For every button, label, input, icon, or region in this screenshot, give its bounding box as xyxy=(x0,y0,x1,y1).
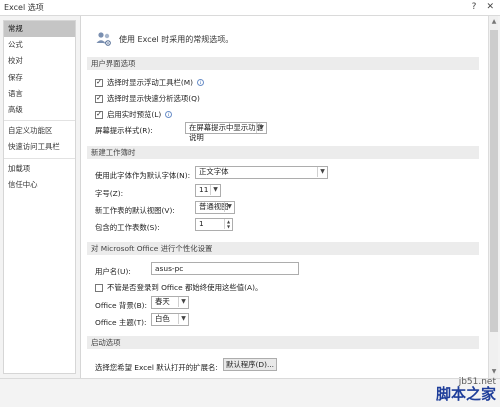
section-header-startup: 启动选项 xyxy=(87,336,479,349)
office-background-label: Office 背景(B): xyxy=(95,301,148,310)
chevron-down-icon: ▼ xyxy=(178,297,188,307)
intro-text: 使用 Excel 时采用的常规选项。 xyxy=(119,34,234,44)
quick-analysis-label: 选择时显示快速分析选项(Q) xyxy=(107,94,200,103)
help-button[interactable]: ? xyxy=(472,3,477,12)
people-settings-icon xyxy=(95,30,113,48)
username-value: asus-pc xyxy=(155,264,184,273)
default-font-row: 使用此字体作为默认字体(N): xyxy=(95,170,190,181)
sidebar-divider xyxy=(4,157,75,159)
chevron-down-icon: ▼ xyxy=(224,202,234,212)
default-font-value: 正文字体 xyxy=(199,167,229,176)
sidebar-item-trust-center[interactable]: 信任中心 xyxy=(4,177,75,193)
default-view-row: 新工作表的默认视图(V): xyxy=(95,205,175,216)
office-theme-value: 白色 xyxy=(155,314,170,323)
title-controls: ? ✕ xyxy=(472,3,494,12)
office-background-dropdown[interactable]: 春天 ▼ xyxy=(151,296,189,309)
scroll-thumb[interactable] xyxy=(490,30,498,332)
sidebar-item-add-ins[interactable]: 加载项 xyxy=(4,161,75,177)
live-preview-label: 启用实时预览(L) xyxy=(107,110,162,119)
sidebar-item-quick-access-toolbar[interactable]: 快速访问工具栏 xyxy=(4,139,75,155)
screentip-style-value: 在屏幕提示中显示功能说明 xyxy=(189,123,263,142)
sheet-count-spin-buttons[interactable]: ▲ ▼ xyxy=(224,219,232,229)
default-extensions-label: 选择您希望 Excel 默认打开的扩展名: xyxy=(95,363,218,372)
section-header-ui-options: 用户界面选项 xyxy=(87,57,479,70)
floating-toolbar-checkbox[interactable]: ✓ xyxy=(95,78,103,87)
font-size-dropdown[interactable]: 11 ▼ xyxy=(195,184,221,197)
sidebar-item-language[interactable]: 语言 xyxy=(4,86,75,102)
title-bar: Excel 选项 ? ✕ xyxy=(0,0,500,16)
options-sidebar: 常规 公式 校对 保存 语言 高级 自定义功能区 快速访问工具栏 加载项 信任中… xyxy=(3,20,76,374)
sidebar-item-save[interactable]: 保存 xyxy=(4,70,75,86)
general-options-panel: 使用 Excel 时采用的常规选项。 用户界面选项 ✓ 选择时显示浮动工具栏(M… xyxy=(80,16,488,378)
default-view-label: 新工作表的默认视图(V): xyxy=(95,206,175,215)
always-use-values-label: 不管是否登录到 Office 都始终使用这些值(A)。 xyxy=(107,283,263,292)
info-icon: i xyxy=(197,79,205,86)
chevron-down-icon: ▼ xyxy=(210,185,220,195)
default-view-dropdown[interactable]: 普通视图 ▼ xyxy=(195,201,235,214)
username-row: 用户名(U): xyxy=(95,266,131,277)
site-watermark: jb51.net 脚本之家 xyxy=(435,377,496,404)
chevron-down-icon: ▼ xyxy=(317,167,327,177)
scroll-up-icon[interactable]: ▲ xyxy=(489,16,499,28)
sidebar-divider xyxy=(4,120,75,122)
intro-row: 使用 Excel 时采用的常规选项。 xyxy=(95,30,233,48)
window-title: Excel 选项 xyxy=(4,3,44,12)
dialog-footer xyxy=(0,378,500,407)
spin-down-icon[interactable]: ▼ xyxy=(225,224,232,229)
screentip-style-dropdown[interactable]: 在屏幕提示中显示功能说明 ▼ xyxy=(185,122,267,142)
username-label: 用户名(U): xyxy=(95,267,131,276)
vertical-scrollbar[interactable]: ▲ ▼ xyxy=(488,16,498,378)
office-theme-row: Office 主题(T): xyxy=(95,317,146,328)
default-font-dropdown[interactable]: 正文字体 ▼ xyxy=(195,166,328,179)
sidebar-item-customize-ribbon[interactable]: 自定义功能区 xyxy=(4,123,75,139)
info-icon: i xyxy=(165,111,173,118)
section-header-personalize: 对 Microsoft Office 进行个性化设置 xyxy=(87,242,479,255)
font-size-row: 字号(Z): xyxy=(95,188,123,199)
always-use-values-row[interactable]: 不管是否登录到 Office 都始终使用这些值(A)。 xyxy=(95,282,262,293)
username-input[interactable]: asus-pc xyxy=(151,262,299,275)
floating-toolbar-label: 选择时显示浮动工具栏(M) xyxy=(107,78,194,87)
sidebar-item-formulas[interactable]: 公式 xyxy=(4,37,75,53)
sidebar-item-proofing[interactable]: 校对 xyxy=(4,53,75,69)
option-quick-analysis[interactable]: ✓ 选择时显示快速分析选项(Q) xyxy=(95,93,200,104)
chevron-down-icon: ▼ xyxy=(178,314,188,324)
always-use-values-checkbox[interactable] xyxy=(95,283,103,292)
option-live-preview[interactable]: ✓ 启用实时预览(L) i xyxy=(95,109,173,120)
office-theme-label: Office 主题(T): xyxy=(95,318,147,327)
chevron-down-icon: ▼ xyxy=(256,123,266,133)
close-button[interactable]: ✕ xyxy=(486,3,494,12)
font-size-value: 11 xyxy=(199,185,209,194)
office-background-row: Office 背景(B): xyxy=(95,300,147,311)
office-theme-dropdown[interactable]: 白色 ▼ xyxy=(151,313,189,326)
sheet-count-value: 1 xyxy=(199,219,204,228)
section-header-new-workbook: 新建工作簿时 xyxy=(87,146,479,159)
sidebar-item-advanced[interactable]: 高级 xyxy=(4,102,75,118)
default-font-label: 使用此字体作为默认字体(N): xyxy=(95,171,191,180)
sheet-count-label: 包含的工作表数(S): xyxy=(95,223,160,232)
watermark-brand: 脚本之家 xyxy=(435,385,496,404)
sidebar-item-general[interactable]: 常规 xyxy=(4,21,75,38)
live-preview-checkbox[interactable]: ✓ xyxy=(95,110,103,119)
quick-analysis-checkbox[interactable]: ✓ xyxy=(95,94,103,103)
default-programs-button[interactable]: 默认程序(D)... xyxy=(223,358,277,371)
default-extensions-row: 选择您希望 Excel 默认打开的扩展名: xyxy=(95,362,218,373)
screentip-style-label: 屏幕提示样式(R): xyxy=(95,126,153,135)
sheet-count-row: 包含的工作表数(S): xyxy=(95,222,160,233)
screentip-style-row: 屏幕提示样式(R): xyxy=(95,125,153,136)
option-floating-toolbar[interactable]: ✓ 选择时显示浮动工具栏(M) i xyxy=(95,77,205,88)
sheet-count-spinner[interactable]: 1 ▲ ▼ xyxy=(195,218,233,231)
font-size-label: 字号(Z): xyxy=(95,189,124,198)
office-background-value: 春天 xyxy=(155,297,170,306)
